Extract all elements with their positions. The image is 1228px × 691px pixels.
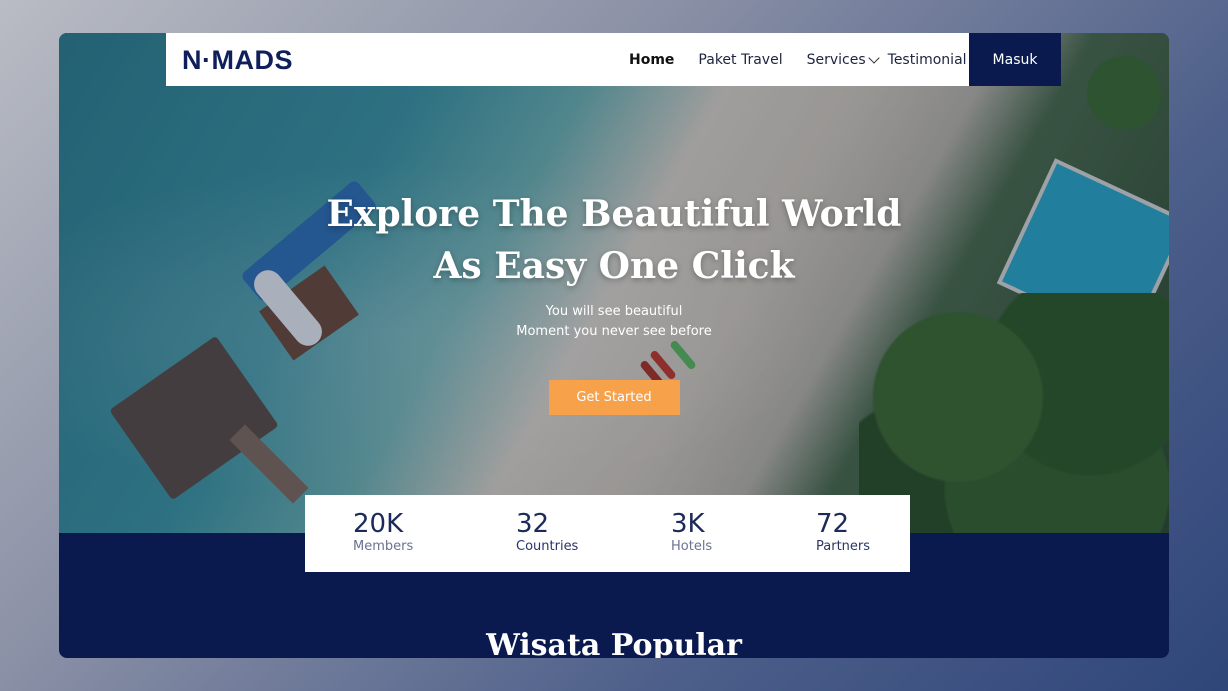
- stat-label: Hotels: [671, 539, 713, 554]
- stat-hotels: 3K Hotels: [671, 509, 712, 555]
- nav-link-home[interactable]: Home: [629, 52, 674, 68]
- nav-link-services[interactable]: Services: [806, 51, 880, 68]
- hero-content: Explore The Beautiful World As Easy One …: [59, 188, 1169, 415]
- login-button[interactable]: Masuk: [969, 33, 1061, 86]
- hero-title-line2: As Easy One Click: [433, 245, 795, 287]
- nav-links: Home Paket Travel Services Testimonial: [629, 33, 991, 86]
- hero-title: Explore The Beautiful World As Easy One …: [59, 188, 1169, 292]
- get-started-button[interactable]: Get Started: [548, 380, 680, 415]
- chevron-down-icon: [867, 51, 880, 64]
- stat-countries: 32 Countries: [516, 509, 578, 555]
- stat-value: 72: [816, 509, 850, 539]
- stat-label: Partners: [816, 539, 871, 554]
- stat-partners: 72 Partners: [816, 509, 870, 555]
- nav-link-paket-travel[interactable]: Paket Travel: [698, 52, 782, 68]
- stat-members: 20K Members: [353, 509, 413, 555]
- brand-logo[interactable]: N·MADS: [182, 45, 293, 76]
- nav-link-services-label: Services: [806, 51, 866, 68]
- stat-label: Countries: [516, 539, 579, 554]
- pier-walkway-image: [229, 424, 309, 504]
- hero-subtitle-line2: Moment you never see before: [516, 324, 712, 339]
- palm-trees-top-image: [1069, 33, 1169, 153]
- stat-value: 32: [516, 509, 550, 539]
- hero-title-line1: Explore The Beautiful World: [326, 193, 902, 235]
- hero-subtitle-line1: You will see beautiful: [545, 304, 683, 319]
- hero-subtitle: You will see beautiful Moment you never …: [59, 302, 1169, 342]
- stat-label: Members: [353, 539, 414, 554]
- nav-link-testimonial[interactable]: Testimonial: [888, 52, 967, 68]
- section-title: Wisata Popular: [486, 628, 742, 658]
- stats-bar: 20K Members 32 Countries 3K Hotels 72 Pa…: [305, 495, 910, 572]
- stat-value: 20K: [353, 509, 404, 539]
- stat-value: 3K: [671, 509, 705, 539]
- navbar: N·MADS Home Paket Travel Services Testim…: [166, 33, 969, 86]
- browser-frame: N·MADS Home Paket Travel Services Testim…: [59, 33, 1169, 658]
